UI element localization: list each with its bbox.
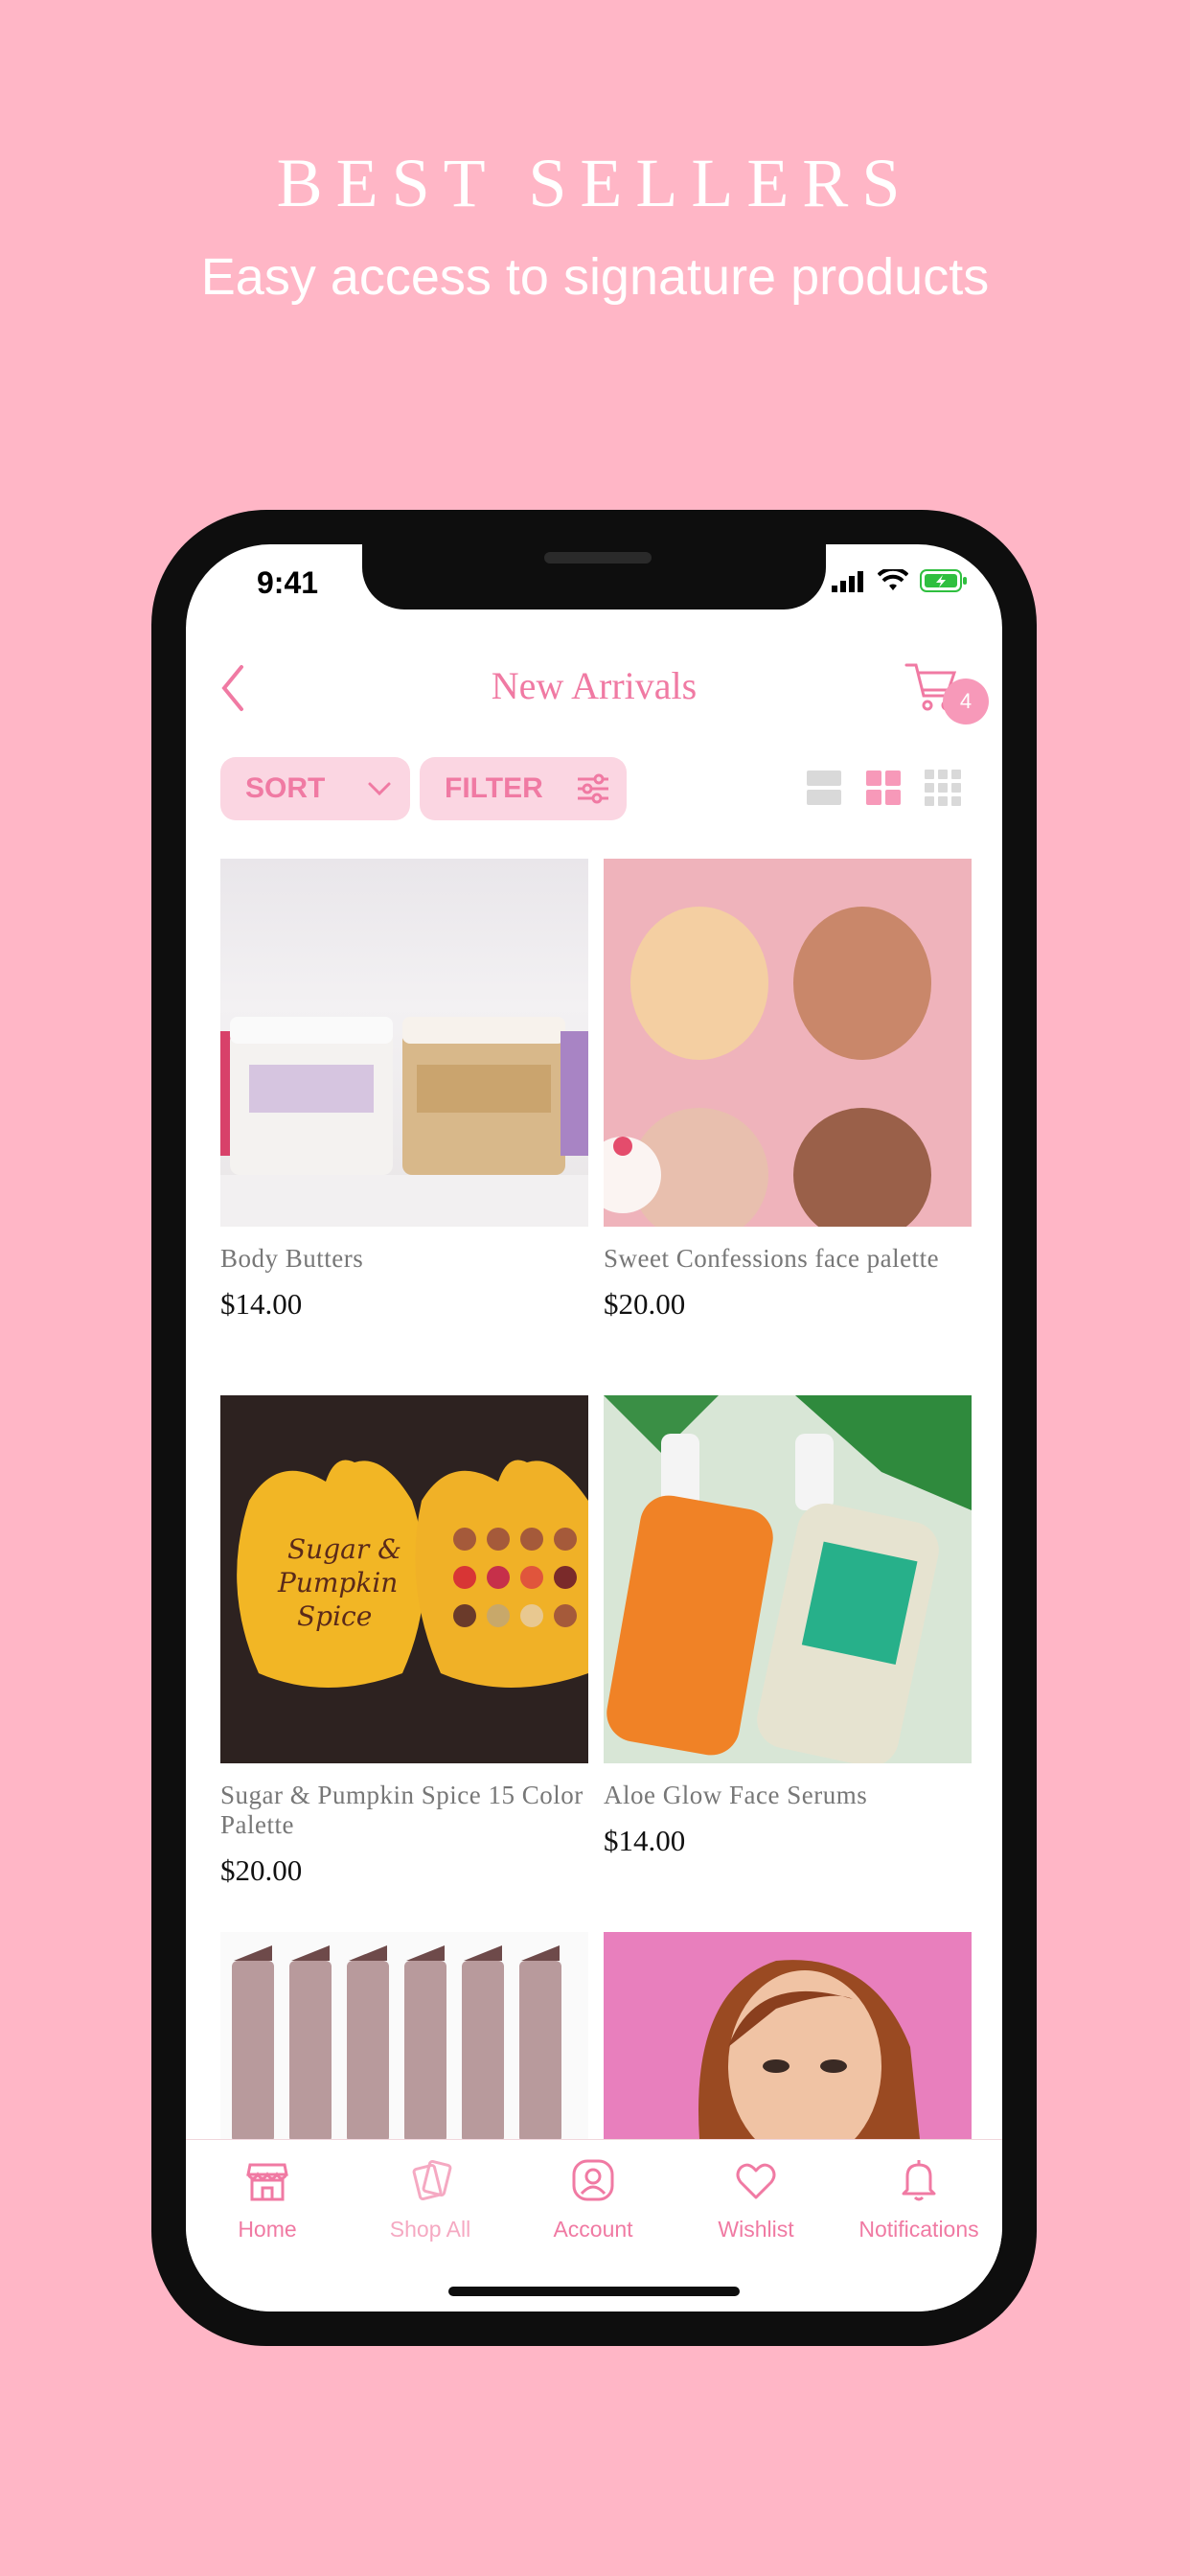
product-image[interactable]: Sugar & Pumpkin Spice bbox=[220, 1395, 588, 1763]
tab-label: Home bbox=[238, 2217, 297, 2242]
tab-shop-all[interactable]: Shop All bbox=[349, 2157, 512, 2242]
svg-text:Pumpkin: Pumpkin bbox=[277, 1567, 398, 1598]
product-price: $20.00 bbox=[220, 1853, 303, 1887]
grid-3-view-icon[interactable] bbox=[924, 769, 962, 807]
product-price: $20.00 bbox=[604, 1287, 686, 1321]
tab-label: Shop All bbox=[389, 2217, 471, 2242]
speaker bbox=[544, 552, 652, 564]
home-indicator[interactable] bbox=[448, 2287, 740, 2296]
product-image[interactable] bbox=[604, 859, 972, 1227]
hero-title: BEST SELLERS bbox=[276, 145, 914, 221]
product-image[interactable] bbox=[604, 1395, 972, 1763]
view-toggle bbox=[805, 769, 962, 807]
page-title: New Arrivals bbox=[491, 664, 698, 707]
signal-icon bbox=[832, 571, 863, 592]
cards-icon bbox=[412, 2159, 452, 2201]
product-card[interactable] bbox=[220, 1932, 588, 2139]
product-card[interactable]: Body Butters $14.00 bbox=[220, 859, 588, 1322]
filter-label: FILTER bbox=[445, 772, 543, 804]
product-name[interactable]: Sugar & Pumpkin Spice 15 Color Palette bbox=[220, 1781, 588, 1840]
sliders-icon bbox=[577, 773, 608, 804]
heart-icon bbox=[736, 2163, 776, 2199]
app-screen: 9:41 New Arrivals 4 SORT FILTER Body But… bbox=[186, 544, 1002, 2312]
product-name[interactable]: Body Butters bbox=[220, 1244, 588, 1274]
tab-label: Account bbox=[553, 2217, 633, 2242]
wifi-icon bbox=[878, 569, 908, 590]
product-card[interactable]: Aloe Glow Face Serums $14.00 bbox=[604, 1395, 972, 1858]
tab-label: Wishlist bbox=[718, 2217, 794, 2242]
notch bbox=[362, 544, 826, 610]
tab-home[interactable]: Home bbox=[186, 2157, 349, 2242]
tab-bar: Home Shop All Account Wishlist Notificat… bbox=[186, 2139, 1002, 2312]
product-card[interactable] bbox=[604, 1932, 972, 2139]
tab-label: Notifications bbox=[858, 2217, 979, 2242]
product-card[interactable]: Sugar & Pumpkin Spice Sugar & Pumpkin Sp… bbox=[220, 1395, 588, 1888]
list-view-icon[interactable] bbox=[805, 769, 843, 807]
hero-subtitle: Easy access to signature products bbox=[200, 248, 990, 306]
account-icon bbox=[572, 2159, 614, 2201]
status-time: 9:41 bbox=[257, 565, 319, 600]
bell-icon bbox=[902, 2160, 936, 2201]
sort-label: SORT bbox=[245, 772, 326, 804]
tab-notifications[interactable]: Notifications bbox=[837, 2157, 1000, 2242]
product-image[interactable] bbox=[220, 859, 588, 1227]
status-icons bbox=[832, 569, 968, 592]
product-name[interactable]: Aloe Glow Face Serums bbox=[604, 1781, 972, 1810]
sort-button[interactable]: SORT bbox=[220, 757, 410, 820]
grid-2-view-icon[interactable] bbox=[864, 769, 903, 807]
store-icon bbox=[246, 2163, 288, 2201]
chevron-down-icon bbox=[368, 782, 391, 796]
cart-count-badge[interactable]: 4 bbox=[943, 678, 989, 724]
tab-wishlist[interactable]: Wishlist bbox=[675, 2157, 837, 2242]
product-name[interactable]: Sweet Confessions face palette bbox=[604, 1244, 972, 1274]
battery-icon bbox=[920, 569, 967, 592]
product-price: $14.00 bbox=[604, 1824, 686, 1857]
svg-text:Sugar &: Sugar & bbox=[287, 1533, 401, 1565]
filter-button[interactable]: FILTER bbox=[420, 757, 627, 820]
product-price: $14.00 bbox=[220, 1287, 303, 1321]
product-image[interactable] bbox=[604, 1932, 972, 2139]
product-image[interactable] bbox=[220, 1932, 588, 2139]
phone-frame: 9:41 New Arrivals 4 SORT FILTER Body But… bbox=[151, 510, 1037, 2346]
product-card[interactable]: Sweet Confessions face palette $20.00 bbox=[604, 859, 972, 1322]
svg-text:Spice: Spice bbox=[297, 1600, 372, 1632]
tab-account[interactable]: Account bbox=[512, 2157, 675, 2242]
